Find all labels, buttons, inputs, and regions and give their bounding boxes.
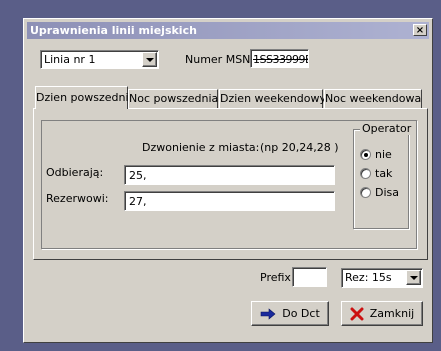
operator-group: Operator nie tak Disa: [353, 122, 414, 229]
radio-nie[interactable]: [360, 149, 371, 160]
do-dct-label: Do Dct: [282, 307, 320, 320]
tab-label: Dzien weekendowy: [220, 92, 327, 105]
tab-label: Dzien powszedni: [36, 91, 129, 104]
radio-label: Disa: [375, 186, 399, 199]
radio-disa[interactable]: [360, 187, 371, 198]
rez-select-value: Rez: 15s: [345, 271, 392, 284]
right-arrow-icon: [260, 307, 276, 320]
operator-option-disa[interactable]: Disa: [360, 186, 399, 199]
title-bar: Uprawnienia linii miejskich ×: [27, 22, 429, 39]
line-select-value: Linia nr 1: [44, 53, 96, 66]
close-icon: ×: [415, 25, 425, 36]
dialing-hint: (np 20,24,28 ): [260, 141, 339, 154]
tab-label: Noc powszednia: [129, 92, 219, 105]
zamknij-label: Zamknij: [369, 307, 415, 320]
msn-label: Numer MSN: [185, 53, 251, 66]
prefix-label: Prefix:: [260, 271, 295, 284]
do-dct-button[interactable]: Do Dct: [251, 301, 329, 326]
prefix-input[interactable]: [292, 267, 327, 287]
tab-label: Noc weekendowa: [325, 92, 422, 105]
receivers-input[interactable]: 25,: [124, 165, 335, 185]
zamknij-button[interactable]: Zamknij: [341, 301, 423, 326]
operator-option-tak[interactable]: tak: [360, 167, 392, 180]
close-window-button[interactable]: ×: [413, 24, 427, 36]
reserves-label: Rezerwowi:: [46, 192, 109, 205]
dialing-label: Dzwonienie z miasta:: [142, 141, 260, 154]
window-title: Uprawnienia linii miejskich: [30, 24, 197, 37]
chevron-down-icon[interactable]: [406, 270, 421, 285]
operator-option-nie[interactable]: nie: [360, 148, 392, 161]
reserves-value: 27,: [129, 195, 147, 208]
reserves-input[interactable]: 27,: [124, 191, 335, 211]
tab-dzien-weekendowy[interactable]: Dzien weekendowy: [219, 89, 327, 108]
radio-label: tak: [375, 167, 393, 180]
line-select[interactable]: Linia nr 1: [40, 50, 159, 69]
tab-noc-powszednia[interactable]: Noc powszednia: [128, 89, 218, 108]
chevron-down-icon[interactable]: [142, 52, 157, 67]
dialog-window: Uprawnienia linii miejskich × Linia nr 1…: [23, 18, 433, 343]
rez-select[interactable]: Rez: 15s: [341, 268, 423, 288]
tab-noc-weekendowa[interactable]: Noc weekendowa: [324, 89, 422, 108]
msn-field[interactable]: 1SS33999E: [250, 49, 309, 68]
radio-tak[interactable]: [360, 168, 371, 179]
tab-dzien-powszedni[interactable]: Dzien powszedni: [35, 86, 129, 109]
receivers-value: 25,: [129, 169, 147, 182]
msn-value: 1SS33999E: [253, 53, 309, 66]
operator-legend: Operator: [360, 122, 414, 135]
red-x-icon: [350, 307, 364, 320]
tab-panel: Dzwonienie z miasta: (np 20,24,28 ) Odbi…: [33, 108, 428, 260]
receivers-label: Odbierają:: [46, 166, 104, 179]
radio-label: nie: [375, 148, 392, 161]
